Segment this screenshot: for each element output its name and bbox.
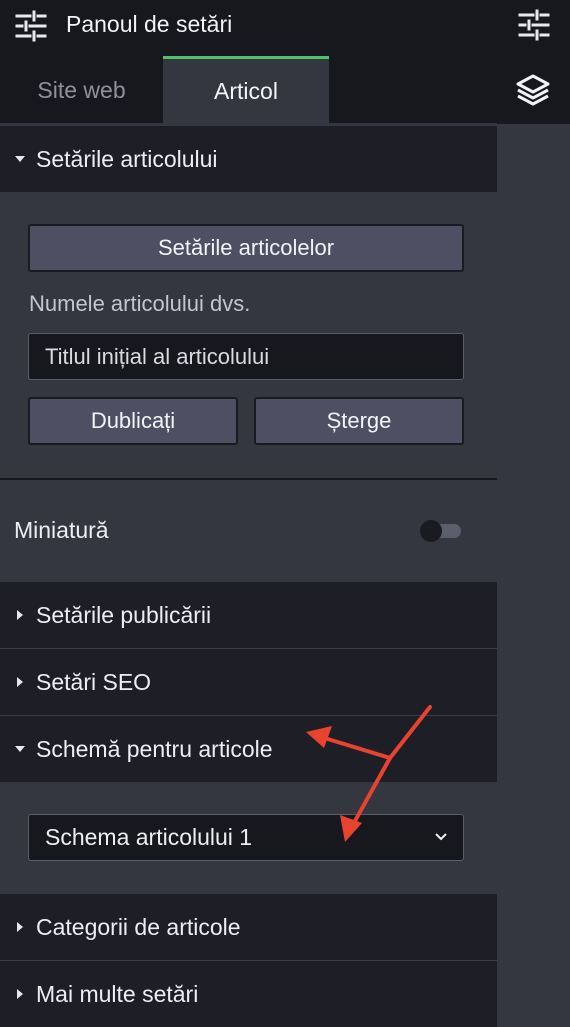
section-label: Setările articolului	[36, 145, 218, 172]
section-label: Setări SEO	[36, 668, 152, 695]
layers-button[interactable]	[497, 56, 570, 124]
duplicate-button[interactable]: Dublicați	[28, 397, 238, 445]
top-bar: Panoul de setări	[0, 0, 570, 56]
caret-right-icon	[17, 677, 23, 687]
chevron-down-icon	[435, 833, 447, 841]
article-settings-body: Setările articolelor Numele articolului …	[0, 192, 497, 478]
caret-down-icon	[15, 746, 25, 752]
tab-bar: Site web Articol	[0, 56, 497, 124]
section-label: Mai multe setări	[36, 980, 199, 1007]
article-name-label: Numele articolului dvs.	[29, 291, 251, 316]
sliders-icon[interactable]	[14, 9, 48, 43]
caret-right-icon	[17, 610, 23, 620]
section-more-settings[interactable]: Mai multe setări	[0, 961, 497, 1027]
caret-right-icon	[17, 989, 23, 999]
section-label: Categorii de articole	[36, 913, 241, 940]
schema-body: Schema articolului 1	[0, 782, 497, 894]
section-schema[interactable]: Schemă pentru articole	[0, 716, 497, 782]
delete-button[interactable]: Șterge	[254, 397, 464, 445]
caret-down-icon	[15, 156, 25, 162]
schema-select[interactable]: Schema articolului 1	[28, 814, 464, 861]
section-label: Schemă pentru articole	[36, 735, 273, 762]
article-settings-button[interactable]: Setările articolelor	[28, 224, 464, 272]
caret-right-icon	[17, 922, 23, 932]
panel-title: Panoul de setări	[66, 11, 233, 37]
section-article-settings[interactable]: Setările articolului	[0, 126, 497, 192]
thumbnail-toggle[interactable]	[420, 520, 461, 542]
sliders-icon[interactable]	[517, 8, 551, 42]
right-rail	[497, 56, 570, 1027]
thumbnail-label: Miniatură	[14, 517, 109, 543]
layers-icon	[516, 74, 550, 106]
section-publishing[interactable]: Setările publicării	[0, 582, 497, 648]
tab-site-web[interactable]: Site web	[0, 56, 163, 124]
thumbnail-row: Miniatură	[0, 480, 497, 582]
section-label: Setările publicării	[36, 601, 212, 628]
section-seo[interactable]: Setări SEO	[0, 649, 497, 715]
section-categories[interactable]: Categorii de articole	[0, 894, 497, 960]
schema-select-value: Schema articolului 1	[45, 824, 253, 850]
tab-article[interactable]: Articol	[163, 56, 329, 124]
article-name-input[interactable]: Titlul inițial al articolului	[28, 333, 464, 380]
